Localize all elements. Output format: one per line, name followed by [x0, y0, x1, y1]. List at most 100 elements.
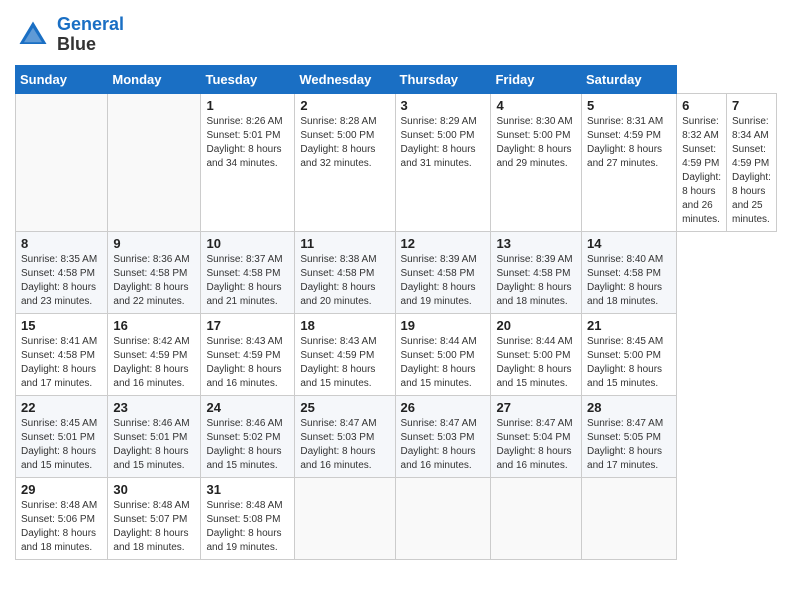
calendar-cell: 4 Sunrise: 8:30 AMSunset: 5:00 PMDaylight… — [491, 93, 582, 231]
calendar-cell: 26 Sunrise: 8:47 AMSunset: 5:03 PMDayligh… — [395, 395, 491, 477]
calendar-cell — [295, 477, 395, 559]
day-number: 17 — [206, 318, 289, 333]
calendar-cell: 27 Sunrise: 8:47 AMSunset: 5:04 PMDayligh… — [491, 395, 582, 477]
logo-text: General Blue — [57, 15, 124, 55]
calendar-cell: 18 Sunrise: 8:43 AMSunset: 4:59 PMDayligh… — [295, 313, 395, 395]
day-info: Sunrise: 8:44 AMSunset: 5:00 PMDaylight:… — [496, 335, 576, 391]
day-number: 11 — [300, 236, 389, 251]
calendar-cell — [108, 93, 201, 231]
day-info: Sunrise: 8:36 AMSunset: 4:58 PMDaylight:… — [113, 253, 195, 309]
week-row-4: 22Sunrise: 8:45 AMSunset: 5:01 PMDayligh… — [16, 395, 777, 477]
calendar-body: 1 Sunrise: 8:26 AMSunset: 5:01 PMDaylight… — [16, 93, 777, 559]
day-info: Sunrise: 8:48 AMSunset: 5:08 PMDaylight:… — [206, 499, 289, 555]
day-number: 16 — [113, 318, 195, 333]
day-info: Sunrise: 8:46 AMSunset: 5:01 PMDaylight:… — [113, 417, 195, 473]
weekday-sunday: Sunday — [16, 65, 108, 93]
calendar-cell: 22Sunrise: 8:45 AMSunset: 5:01 PMDayligh… — [16, 395, 108, 477]
day-info: Sunrise: 8:37 AMSunset: 4:58 PMDaylight:… — [206, 253, 289, 309]
day-number: 27 — [496, 400, 576, 415]
day-number: 24 — [206, 400, 289, 415]
day-number: 9 — [113, 236, 195, 251]
day-info: Sunrise: 8:46 AMSunset: 5:02 PMDaylight:… — [206, 417, 289, 473]
week-row-2: 8 Sunrise: 8:35 AMSunset: 4:58 PMDaylight… — [16, 231, 777, 313]
calendar-cell: 19 Sunrise: 8:44 AMSunset: 5:00 PMDayligh… — [395, 313, 491, 395]
calendar-cell: 29Sunrise: 8:48 AMSunset: 5:06 PMDayligh… — [16, 477, 108, 559]
day-info: Sunrise: 8:44 AMSunset: 5:00 PMDaylight:… — [401, 335, 486, 391]
calendar-cell: 5Sunrise: 8:31 AMSunset: 4:59 PMDaylight… — [582, 93, 677, 231]
calendar-cell: 17 Sunrise: 8:43 AMSunset: 4:59 PMDayligh… — [201, 313, 295, 395]
day-info: Sunrise: 8:47 AMSunset: 5:04 PMDaylight:… — [496, 417, 576, 473]
day-info: Sunrise: 8:38 AMSunset: 4:58 PMDaylight:… — [300, 253, 389, 309]
calendar-cell: 28 Sunrise: 8:47 AMSunset: 5:05 PMDayligh… — [582, 395, 677, 477]
calendar-cell: 10 Sunrise: 8:37 AMSunset: 4:58 PMDayligh… — [201, 231, 295, 313]
calendar-cell: 21 Sunrise: 8:45 AMSunset: 5:00 PMDayligh… — [582, 313, 677, 395]
day-number: 6 — [682, 98, 721, 113]
calendar-cell: 16 Sunrise: 8:42 AMSunset: 4:59 PMDayligh… — [108, 313, 201, 395]
calendar-cell — [16, 93, 108, 231]
day-info: Sunrise: 8:48 AMSunset: 5:07 PMDaylight:… — [113, 499, 195, 555]
calendar-cell: 9 Sunrise: 8:36 AMSunset: 4:58 PMDaylight… — [108, 231, 201, 313]
calendar-cell: 23 Sunrise: 8:46 AMSunset: 5:01 PMDayligh… — [108, 395, 201, 477]
day-info: Sunrise: 8:35 AMSunset: 4:58 PMDaylight:… — [21, 253, 102, 309]
day-info: Sunrise: 8:41 AMSunset: 4:58 PMDaylight:… — [21, 335, 102, 391]
day-number: 26 — [401, 400, 486, 415]
day-number: 30 — [113, 482, 195, 497]
day-number: 22 — [21, 400, 102, 415]
weekday-monday: Monday — [108, 65, 201, 93]
day-number: 3 — [401, 98, 486, 113]
calendar-cell: 20 Sunrise: 8:44 AMSunset: 5:00 PMDayligh… — [491, 313, 582, 395]
day-info: Sunrise: 8:34 AMSunset: 4:59 PMDaylight:… — [732, 115, 771, 227]
day-number: 19 — [401, 318, 486, 333]
calendar-cell: 15Sunrise: 8:41 AMSunset: 4:58 PMDayligh… — [16, 313, 108, 395]
page-header: General Blue — [15, 15, 777, 55]
day-number: 23 — [113, 400, 195, 415]
day-number: 20 — [496, 318, 576, 333]
week-row-5: 29Sunrise: 8:48 AMSunset: 5:06 PMDayligh… — [16, 477, 777, 559]
day-info: Sunrise: 8:43 AMSunset: 4:59 PMDaylight:… — [300, 335, 389, 391]
day-info: Sunrise: 8:40 AMSunset: 4:58 PMDaylight:… — [587, 253, 671, 309]
calendar-cell: 30 Sunrise: 8:48 AMSunset: 5:07 PMDayligh… — [108, 477, 201, 559]
day-info: Sunrise: 8:43 AMSunset: 4:59 PMDaylight:… — [206, 335, 289, 391]
day-info: Sunrise: 8:26 AMSunset: 5:01 PMDaylight:… — [206, 115, 289, 171]
weekday-friday: Friday — [491, 65, 582, 93]
logo: General Blue — [15, 15, 124, 55]
day-number: 21 — [587, 318, 671, 333]
day-number: 14 — [587, 236, 671, 251]
day-info: Sunrise: 8:45 AMSunset: 5:00 PMDaylight:… — [587, 335, 671, 391]
calendar-cell: 11 Sunrise: 8:38 AMSunset: 4:58 PMDayligh… — [295, 231, 395, 313]
calendar-cell: 12 Sunrise: 8:39 AMSunset: 4:58 PMDayligh… — [395, 231, 491, 313]
day-info: Sunrise: 8:47 AMSunset: 5:03 PMDaylight:… — [401, 417, 486, 473]
day-number: 1 — [206, 98, 289, 113]
week-row-3: 15Sunrise: 8:41 AMSunset: 4:58 PMDayligh… — [16, 313, 777, 395]
calendar-cell: 1 Sunrise: 8:26 AMSunset: 5:01 PMDaylight… — [201, 93, 295, 231]
calendar-cell: 13Sunrise: 8:39 AMSunset: 4:58 PMDayligh… — [491, 231, 582, 313]
day-info: Sunrise: 8:32 AMSunset: 4:59 PMDaylight:… — [682, 115, 721, 227]
week-row-1: 1 Sunrise: 8:26 AMSunset: 5:01 PMDaylight… — [16, 93, 777, 231]
day-info: Sunrise: 8:30 AMSunset: 5:00 PMDaylight:… — [496, 115, 576, 171]
day-number: 10 — [206, 236, 289, 251]
day-number: 25 — [300, 400, 389, 415]
calendar-cell: 25Sunrise: 8:47 AMSunset: 5:03 PMDayligh… — [295, 395, 395, 477]
day-number: 18 — [300, 318, 389, 333]
calendar-cell — [395, 477, 491, 559]
calendar-cell: 14 Sunrise: 8:40 AMSunset: 4:58 PMDayligh… — [582, 231, 677, 313]
weekday-wednesday: Wednesday — [295, 65, 395, 93]
calendar-table: SundayMondayTuesdayWednesdayThursdayFrid… — [15, 65, 777, 560]
day-number: 5 — [587, 98, 671, 113]
weekday-thursday: Thursday — [395, 65, 491, 93]
day-number: 28 — [587, 400, 671, 415]
day-number: 7 — [732, 98, 771, 113]
day-info: Sunrise: 8:42 AMSunset: 4:59 PMDaylight:… — [113, 335, 195, 391]
day-number: 8 — [21, 236, 102, 251]
day-info: Sunrise: 8:39 AMSunset: 4:58 PMDaylight:… — [401, 253, 486, 309]
logo-icon — [15, 17, 51, 53]
calendar-cell: 7 Sunrise: 8:34 AMSunset: 4:59 PMDaylight… — [727, 93, 777, 231]
day-number: 4 — [496, 98, 576, 113]
day-info: Sunrise: 8:28 AMSunset: 5:00 PMDaylight:… — [300, 115, 389, 171]
day-number: 12 — [401, 236, 486, 251]
day-info: Sunrise: 8:29 AMSunset: 5:00 PMDaylight:… — [401, 115, 486, 171]
day-info: Sunrise: 8:47 AMSunset: 5:05 PMDaylight:… — [587, 417, 671, 473]
calendar-cell: 31Sunrise: 8:48 AMSunset: 5:08 PMDayligh… — [201, 477, 295, 559]
day-info: Sunrise: 8:48 AMSunset: 5:06 PMDaylight:… — [21, 499, 102, 555]
day-number: 13 — [496, 236, 576, 251]
